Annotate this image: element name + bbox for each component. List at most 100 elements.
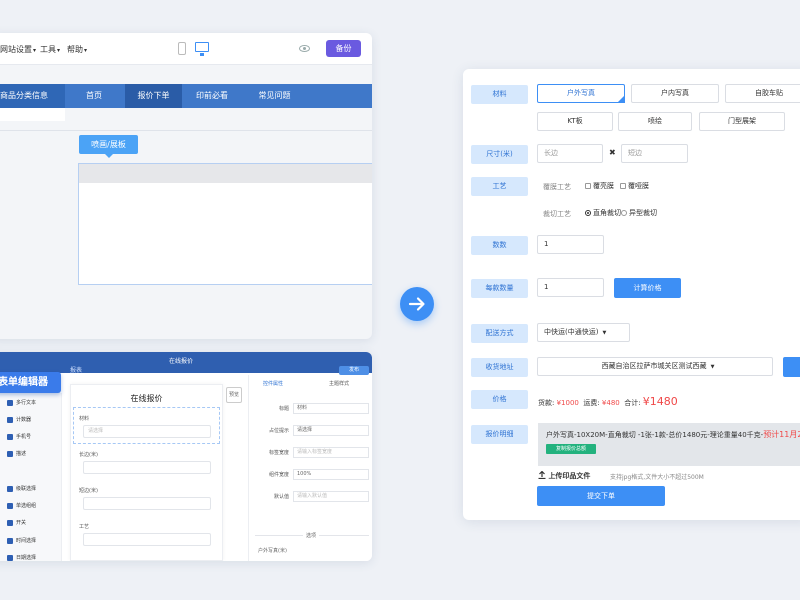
goods-value: ¥1000 [556, 399, 579, 407]
tab-report[interactable]: 报表 [70, 365, 82, 374]
prop-label: 默认值 [273, 494, 289, 500]
label-shipping: 配送方式 [471, 324, 528, 343]
component-item[interactable]: 级联选择 [6, 483, 56, 495]
label-price: 价格 [471, 390, 528, 409]
material-option-door-stand[interactable]: 门型展架 [699, 112, 785, 131]
lamination-label: 覆膜工艺 [543, 183, 571, 191]
nav-faq[interactable]: 常见问题 [242, 84, 307, 108]
quote-detail-estimate: 预计11月21 [763, 430, 800, 439]
menu-site-settings[interactable]: 网站设置▾ [0, 44, 36, 55]
editor-toolbar: 网站设置▾ 工具▾ 帮助▾ 备份 [0, 33, 372, 65]
tab-control-props[interactable]: 控件属性 [263, 380, 283, 387]
checkbox-matte[interactable]: 覆哑膜 [620, 181, 649, 191]
prop-input[interactable]: 100% [293, 469, 369, 480]
publish-button[interactable]: 发布 [339, 366, 369, 375]
component-item[interactable]: 时间选择 [6, 535, 56, 547]
menu-site-settings-label: 网站设置 [0, 45, 32, 54]
radio-label: 直角裁切 [593, 209, 621, 217]
field-short-side[interactable] [83, 497, 211, 510]
menu-tools-label: 工具 [40, 45, 56, 54]
backup-button[interactable]: 备份 [326, 40, 361, 57]
radio-irregular[interactable]: 异型裁切 [621, 208, 657, 218]
form-editor-title: 在线报价 [168, 358, 193, 365]
nav-category[interactable]: 商品分类信息 [0, 84, 65, 108]
prop-input[interactable]: 请输入默认值 [293, 491, 369, 502]
eye-icon[interactable] [299, 45, 310, 52]
checkbox-icon [620, 183, 626, 189]
upload-file-link[interactable]: 上传印品文件 [538, 470, 590, 481]
component-item[interactable]: 手机号 [6, 431, 56, 443]
label-size: 尺寸(米) [471, 145, 528, 164]
options-divider: 选项 [249, 532, 372, 539]
caret-down-icon: ▾ [33, 47, 37, 54]
monitor-icon[interactable] [195, 42, 209, 56]
menu-tools[interactable]: 工具▾ [40, 44, 60, 55]
field-long-side[interactable] [83, 461, 211, 474]
material-option-sticker[interactable]: 自胶车贴 [725, 84, 800, 103]
checkbox-label: 覆亮膜 [593, 182, 614, 190]
field-label: 长边(米) [79, 452, 98, 458]
site-navbar: 商品分类信息 首页 报价下单 印前必看 常见问题 [0, 84, 372, 108]
quote-detail-text: 户外写真-10X20M-直角裁切 -1张-1款-总价1480元-理论重量40千克… [546, 429, 800, 440]
prop-input[interactable]: 请输入标签宽度 [293, 447, 369, 458]
prop-label: 组件宽度 [268, 472, 289, 478]
tab-theme[interactable]: 主题样式 [329, 380, 349, 387]
form-editor-badge: 表单编辑器 [0, 372, 61, 393]
nav-home[interactable]: 首页 [65, 84, 123, 108]
preview-button[interactable]: 预览 [226, 387, 242, 403]
material-option-kt[interactable]: KT板 [537, 112, 613, 131]
shipping-select[interactable]: 中快运(中通快运) ▼ [537, 323, 630, 342]
caret-down-icon: ▾ [84, 47, 88, 54]
caret-down-icon: ▾ [57, 47, 61, 54]
field-craft[interactable] [83, 533, 211, 546]
shipping-select-value: 中快运(中通快运) [544, 328, 599, 336]
address-action-button[interactable] [783, 357, 800, 377]
field-label: 工艺 [79, 524, 90, 530]
checkbox-gloss[interactable]: 覆亮膜 [585, 181, 614, 191]
component-item[interactable]: 单选组组 [6, 500, 56, 512]
menu-help[interactable]: 帮助▾ [67, 44, 87, 55]
material-option-indoor[interactable]: 户内写真 [631, 84, 719, 103]
per-quantity-input[interactable]: 1 [537, 278, 604, 297]
long-side-input[interactable]: 长边 [537, 144, 603, 163]
component-item[interactable]: 日期选择 [6, 552, 56, 561]
nav-order[interactable]: 报价下单 [125, 84, 182, 108]
submit-order-button[interactable]: 提交下单 [537, 486, 665, 506]
property-panel: 控件属性 主题样式 标题 材料 占位提示 请选择 标签宽度 请输入标签宽度 组件… [248, 375, 372, 561]
quote-detail-box: 户外写真-10X20M-直角裁切 -1张-1款-总价1480元-理论重量40千克… [538, 423, 800, 466]
option-item[interactable]: 户外写真(米) [255, 547, 325, 558]
short-side-input[interactable]: 短边 [621, 144, 688, 163]
field-material[interactable]: 请选择 [83, 425, 211, 438]
nav-print-notes[interactable]: 印前必看 [183, 84, 241, 108]
component-item[interactable]: 多行文本 [6, 397, 56, 409]
label-quantity: 数数 [471, 236, 528, 255]
field-label: 短边(米) [79, 488, 98, 494]
category-dropdown [0, 108, 65, 121]
component-item[interactable]: 计数器 [6, 414, 56, 426]
form-title: 在线报价 [130, 394, 163, 403]
form-editor-window: 在线报价 报表 发布 多行文本 计数器 手机号 描述 级联选择 单选组组 开关 … [0, 352, 372, 561]
total-value: ¥1480 [642, 395, 678, 408]
component-item[interactable]: 开关 [6, 517, 56, 529]
copy-quote-button[interactable]: 复制报价总额 [546, 444, 596, 454]
quote-detail-main: 户外写真-10X20M-直角裁切 -1张-1款-总价1480元-理论重量40千克… [546, 431, 764, 439]
phone-icon[interactable] [178, 42, 186, 55]
quote-form: 材料 户外写真 户内写真 自胶车贴 KT板 喷绘 门型展架 尺寸(米) 长边 ✖… [463, 69, 800, 520]
material-option-spray[interactable]: 喷绘 [618, 112, 692, 131]
calculate-price-button[interactable]: 计算价格 [614, 278, 681, 298]
component-item[interactable]: 描述 [6, 448, 56, 460]
prop-input[interactable]: 请选择 [293, 425, 369, 436]
quantity-input[interactable]: 1 [537, 235, 604, 254]
address-select[interactable]: 西藏自治区拉萨市城关区测试西藏 ▼ [537, 357, 773, 376]
checkbox-icon [585, 183, 591, 189]
canvas-block-header [79, 164, 372, 183]
address-select-value: 西藏自治区拉萨市城关区测试西藏 [601, 362, 707, 370]
material-option-outdoor[interactable]: 户外写真 [537, 84, 625, 103]
radio-right-angle[interactable]: 直角裁切 [585, 208, 621, 218]
prop-input[interactable]: 材料 [293, 403, 369, 414]
options-divider-label: 选项 [302, 533, 319, 539]
canvas-block[interactable] [78, 163, 372, 285]
radio-icon [621, 210, 627, 216]
label-material: 材料 [471, 85, 528, 104]
caret-down-icon: ▼ [602, 330, 607, 336]
